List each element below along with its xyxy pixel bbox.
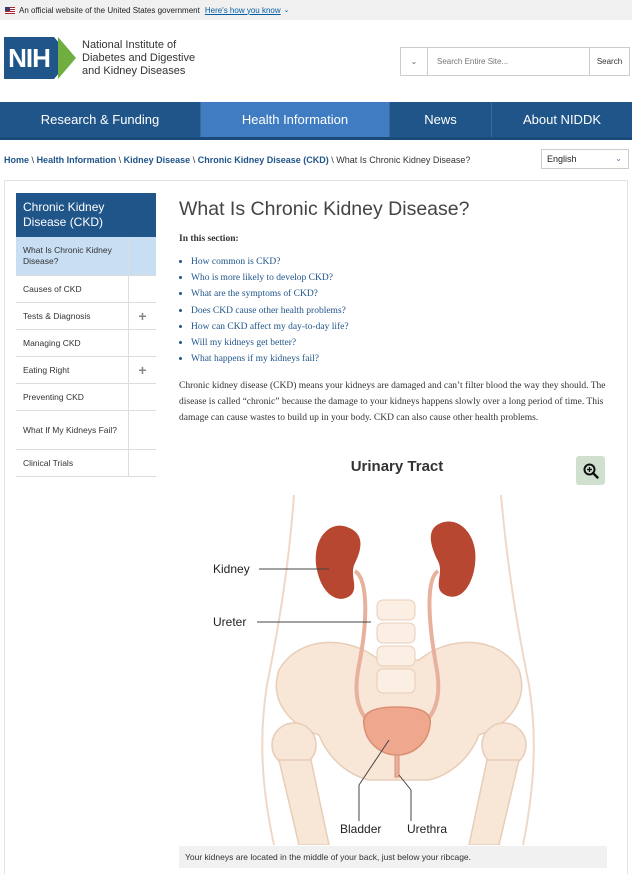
sidebar-item-spacer bbox=[128, 450, 156, 476]
breadcrumb-home[interactable]: Home bbox=[4, 155, 29, 165]
sidebar-title[interactable]: Chronic Kidney Disease (CKD) bbox=[16, 193, 156, 237]
page-title: What Is Chronic Kidney Disease? bbox=[179, 198, 470, 220]
sidebar-item-spacer bbox=[128, 384, 156, 410]
breadcrumb-ckd[interactable]: Chronic Kidney Disease (CKD) bbox=[198, 155, 329, 165]
heres-how-you-know-link[interactable]: Here's how you know bbox=[205, 6, 281, 15]
sidebar-item-spacer bbox=[128, 237, 156, 275]
breadcrumb: Home \ Health Information \ Kidney Disea… bbox=[4, 155, 470, 165]
toc-link[interactable]: Does CKD cause other health problems? bbox=[179, 303, 609, 319]
label-kidney: Kidney bbox=[213, 562, 250, 576]
nih-logo[interactable]: NIH National Institute of Diabetes and D… bbox=[4, 37, 195, 79]
institute-name-line-2: Diabetes and Digestive bbox=[82, 51, 196, 64]
gov-banner-text: An official website of the United States… bbox=[19, 5, 200, 15]
toc-link[interactable]: Will my kidneys get better? bbox=[179, 335, 609, 351]
sidebar-item-label: Clinical Trials bbox=[23, 457, 74, 468]
language-selected: English bbox=[547, 154, 577, 164]
main-nav: Research & Funding Health Information Ne… bbox=[0, 102, 632, 140]
institute-name-line-3: and Kidney Diseases bbox=[82, 64, 186, 77]
search-scope-dropdown[interactable]: ⌄ bbox=[401, 48, 428, 75]
breadcrumb-separator: \ bbox=[31, 155, 35, 165]
institute-name: National Institute of Diabetes and Diges… bbox=[82, 39, 195, 78]
language-select[interactable]: English ⌄ bbox=[541, 149, 629, 169]
chevron-down-icon: ⌄ bbox=[615, 154, 622, 163]
urinary-tract-illustration bbox=[257, 494, 535, 845]
sidebar-item-managing[interactable]: Managing CKD bbox=[16, 330, 156, 357]
toc-link[interactable]: What happens if my kidneys fail? bbox=[179, 351, 609, 367]
breadcrumb-separator: \ bbox=[118, 155, 122, 165]
main-content: What Is Chronic Kidney Disease? In this … bbox=[179, 196, 609, 426]
expand-plus-icon[interactable]: + bbox=[128, 303, 156, 329]
figure-title: Urinary Tract bbox=[350, 458, 444, 475]
sidebar-item-eating-right[interactable]: Eating Right + bbox=[16, 357, 156, 384]
sidebar-item-label: Preventing CKD bbox=[23, 391, 84, 402]
site-search: ⌄ Search bbox=[400, 47, 630, 76]
sidebar-item-spacer bbox=[128, 330, 156, 356]
nih-logo-text: NIH bbox=[4, 37, 54, 79]
sidebar-item-label: Causes of CKD bbox=[23, 283, 82, 294]
sidebar-item-label: What If My Kidneys Fail? bbox=[23, 424, 118, 435]
sidebar: Chronic Kidney Disease (CKD) What Is Chr… bbox=[16, 193, 156, 477]
sidebar-item-clinical-trials[interactable]: Clinical Trials bbox=[16, 450, 156, 477]
toc-link[interactable]: How common is CKD? bbox=[179, 254, 609, 270]
sidebar-item-label: Eating Right bbox=[23, 364, 70, 375]
nav-news[interactable]: News bbox=[390, 102, 492, 137]
label-urethra: Urethra bbox=[407, 822, 448, 836]
label-ureter: Ureter bbox=[213, 615, 247, 629]
toc-link[interactable]: How can CKD affect my day-to-day life? bbox=[179, 319, 609, 335]
sidebar-item-label: Tests & Diagnosis bbox=[23, 310, 91, 321]
section-label: In this section: bbox=[179, 234, 239, 244]
breadcrumb-kidney-disease[interactable]: Kidney Disease bbox=[124, 155, 191, 165]
breadcrumb-current: What Is Chronic Kidney Disease? bbox=[336, 155, 471, 165]
institute-name-line-1: National Institute of bbox=[82, 38, 177, 51]
chevron-down-icon: ⌄ bbox=[410, 57, 418, 66]
sidebar-item-preventing[interactable]: Preventing CKD bbox=[16, 384, 156, 411]
intro-paragraph: Chronic kidney disease (CKD) means your … bbox=[179, 381, 606, 424]
expand-plus-icon[interactable]: + bbox=[128, 357, 156, 383]
toc-link[interactable]: Who is more likely to develop CKD? bbox=[179, 270, 609, 286]
sidebar-item-spacer bbox=[128, 276, 156, 302]
section-toc: How common is CKD? Who is more likely to… bbox=[179, 254, 609, 367]
nav-about-niddk[interactable]: About NIDDK bbox=[492, 102, 632, 137]
sidebar-item-what-is-ckd[interactable]: What Is Chronic Kidney Disease? bbox=[16, 237, 156, 276]
us-flag-icon bbox=[5, 6, 15, 14]
sidebar-item-label: Managing CKD bbox=[23, 337, 81, 348]
figure-caption: Your kidneys are located in the middle o… bbox=[179, 846, 607, 868]
gov-banner: An official website of the United States… bbox=[0, 0, 632, 20]
breadcrumb-separator: \ bbox=[192, 155, 196, 165]
search-button[interactable]: Search bbox=[589, 48, 629, 75]
nav-health-information[interactable]: Health Information bbox=[201, 102, 390, 137]
label-bladder: Bladder bbox=[340, 822, 382, 836]
zoom-in-icon[interactable] bbox=[576, 456, 605, 485]
sidebar-item-tests-diagnosis[interactable]: Tests & Diagnosis + bbox=[16, 303, 156, 330]
chevron-down-icon[interactable]: ⌄ bbox=[284, 6, 290, 14]
sidebar-item-kidneys-fail[interactable]: What If My Kidneys Fail? bbox=[16, 411, 156, 450]
search-input[interactable] bbox=[428, 48, 589, 75]
nav-research-funding[interactable]: Research & Funding bbox=[0, 102, 201, 137]
nih-logo-arrow bbox=[54, 37, 76, 79]
breadcrumb-separator: \ bbox=[331, 155, 334, 165]
sidebar-item-spacer bbox=[128, 411, 156, 449]
sidebar-item-label: What Is Chronic Kidney Disease? bbox=[23, 245, 112, 266]
sidebar-item-causes[interactable]: Causes of CKD bbox=[16, 276, 156, 303]
toc-link[interactable]: What are the symptoms of CKD? bbox=[179, 286, 609, 302]
site-header: NIH National Institute of Diabetes and D… bbox=[0, 20, 632, 102]
breadcrumb-health-information[interactable]: Health Information bbox=[37, 155, 117, 165]
